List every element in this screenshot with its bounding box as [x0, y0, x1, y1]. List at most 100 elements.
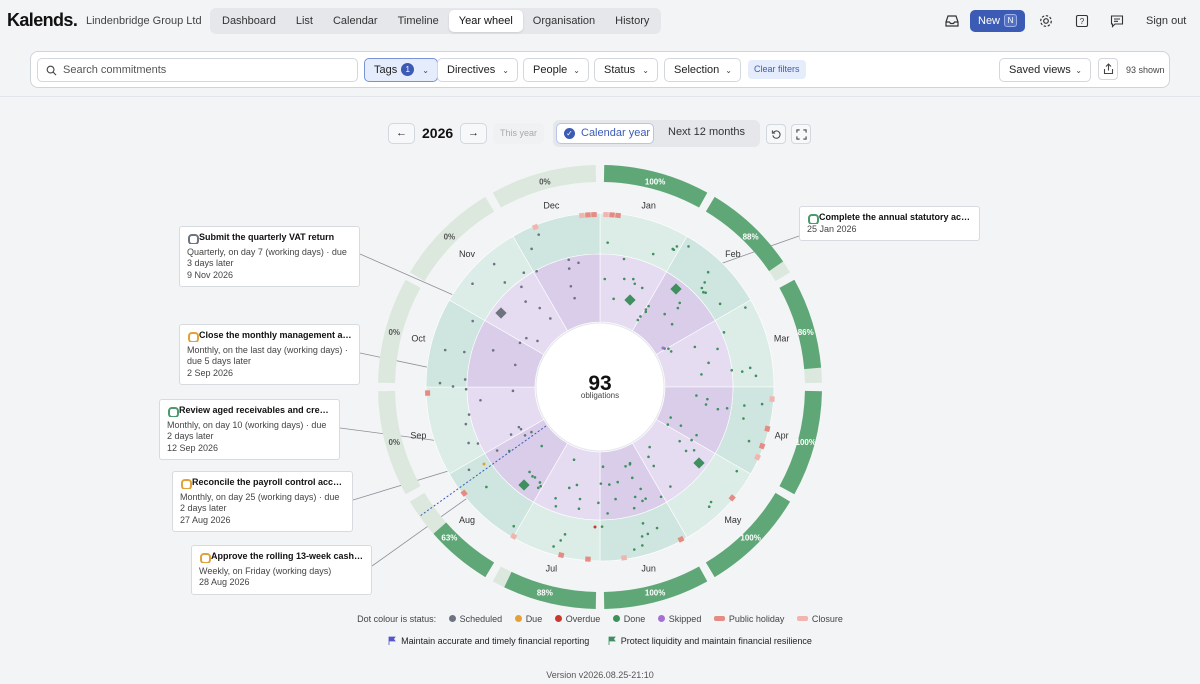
status-dot-68 [614, 497, 617, 501]
status-dot-148 [646, 532, 650, 536]
status-dot-15 [509, 433, 513, 436]
callout-desc: Monthly, on the last day (working days) … [187, 344, 348, 367]
status-dot-137 [702, 290, 705, 294]
status-dot-75 [639, 315, 642, 318]
legend-overdue: Overdue [554, 614, 600, 624]
status-dot-63 [700, 373, 703, 376]
holiday-mark-1 [585, 212, 591, 218]
status-dot-40 [572, 458, 576, 462]
status-dot-110 [520, 285, 523, 289]
status-dot-114 [666, 423, 670, 426]
overdue-dot [593, 525, 597, 529]
status-dot-58 [563, 533, 567, 536]
status-dot-99 [517, 425, 521, 429]
legend-intro: Dot colour is status: [357, 614, 437, 624]
callout-statutory-accounts[interactable]: Complete the annual statutory acc... 25 … [799, 206, 980, 241]
status-dot-28 [632, 277, 635, 281]
status-dot-48 [640, 535, 644, 538]
callout-vat-return[interactable]: Submit the quarterly VAT return Quarterl… [179, 226, 360, 287]
legend-closure: Closure [796, 614, 843, 624]
status-dot-42 [707, 361, 710, 365]
completion-label-jan: 100% [645, 177, 665, 186]
status-dot-107 [533, 476, 537, 479]
status-dot-144 [528, 470, 531, 474]
directive-liquidity[interactable]: Protect liquidity and maintain financial… [608, 636, 812, 646]
status-dot-0 [606, 512, 609, 515]
callout-aged-receivables[interactable]: Review aged receivables and credi... Mon… [159, 399, 340, 460]
status-dot-142 [471, 319, 475, 323]
status-dot-30 [569, 284, 573, 288]
status-dot-60 [601, 465, 605, 469]
status-dot-126 [492, 262, 496, 266]
completion-label-may: 100% [740, 534, 760, 543]
status-dot-140 [554, 504, 558, 508]
callout-date: 9 Nov 2026 [187, 269, 234, 280]
status-dot-108 [518, 341, 522, 345]
legend-done: Done [612, 614, 645, 624]
status-dot-85 [524, 300, 527, 303]
status-dot-35 [511, 389, 515, 393]
legend-skipped: Skipped [657, 614, 701, 624]
status-dot-138 [567, 258, 571, 262]
status-dot-47 [687, 245, 690, 248]
status-dot-119 [648, 445, 651, 449]
status-dot-44 [760, 402, 764, 406]
status-dot-11 [537, 233, 541, 236]
status-dot-23 [616, 480, 620, 484]
status-dot-136 [725, 406, 729, 410]
holiday-mark-17 [425, 390, 431, 396]
callout-payroll-control[interactable]: Reconcile the payroll control acco... Mo… [172, 471, 353, 532]
status-dot-20 [684, 449, 688, 453]
completion-label-dec: 0% [539, 177, 551, 186]
status-dot-61 [716, 407, 720, 411]
callout-cash-forecast[interactable]: Approve the rolling 13-week cash ... Wee… [191, 545, 372, 595]
directive-reporting[interactable]: Maintain accurate and timely financial r… [388, 636, 589, 646]
status-dot-31 [644, 497, 647, 500]
month-label-jan: Jan [641, 200, 656, 210]
callout-title: Review aged receivables and credi... [167, 405, 332, 417]
status-dot-97 [632, 548, 636, 551]
status-dot-4 [538, 481, 542, 484]
status-dot-87 [443, 348, 447, 352]
holiday-mark-5 [615, 212, 622, 219]
month-label-nov: Nov [459, 249, 476, 259]
status-dot-69 [606, 241, 609, 244]
status-dot-16 [744, 306, 747, 309]
status-dot-139 [690, 438, 693, 442]
month-label-apr: Apr [775, 431, 789, 441]
status-dot-33 [633, 495, 637, 499]
holiday-mark-4 [609, 212, 615, 218]
status-dot-41 [695, 433, 698, 437]
status-dot-7 [599, 482, 603, 485]
callout-title: Approve the rolling 13-week cash ... [199, 551, 364, 563]
status-dot-10 [669, 350, 673, 353]
callout-management-accounts[interactable]: Close the monthly management acc... Mont… [179, 324, 360, 385]
status-dot-73 [706, 397, 709, 401]
status-dot-130 [704, 291, 707, 295]
due-dot [482, 462, 486, 466]
status-dot-129 [647, 304, 650, 308]
holiday-mark-12 [621, 554, 628, 561]
status-dot-24 [531, 475, 534, 478]
completion-label-mar: 86% [798, 328, 814, 337]
status-dot-52 [612, 297, 615, 301]
status-dot-95 [503, 281, 507, 284]
month-label-jun: Jun [641, 564, 656, 574]
completion-label-feb: 88% [743, 232, 759, 241]
callout-date: 2 Sep 2026 [187, 367, 234, 378]
status-dot-91 [577, 261, 580, 265]
status-dot-133 [679, 424, 683, 427]
month-label-feb: Feb [725, 249, 741, 259]
status-dot-123 [678, 439, 681, 443]
obligation-label: obligations [581, 391, 619, 400]
status-dot-22 [754, 374, 758, 378]
status-dot-147 [438, 381, 442, 385]
status-dot-100 [716, 347, 719, 351]
status-dot-72 [467, 413, 471, 416]
status-dot-143 [577, 507, 581, 510]
status-dot-26 [670, 322, 674, 326]
status-dot-134 [535, 269, 538, 273]
status-dot-56 [667, 347, 670, 350]
status-dot-131 [512, 524, 516, 528]
status-dot-84 [641, 544, 644, 547]
